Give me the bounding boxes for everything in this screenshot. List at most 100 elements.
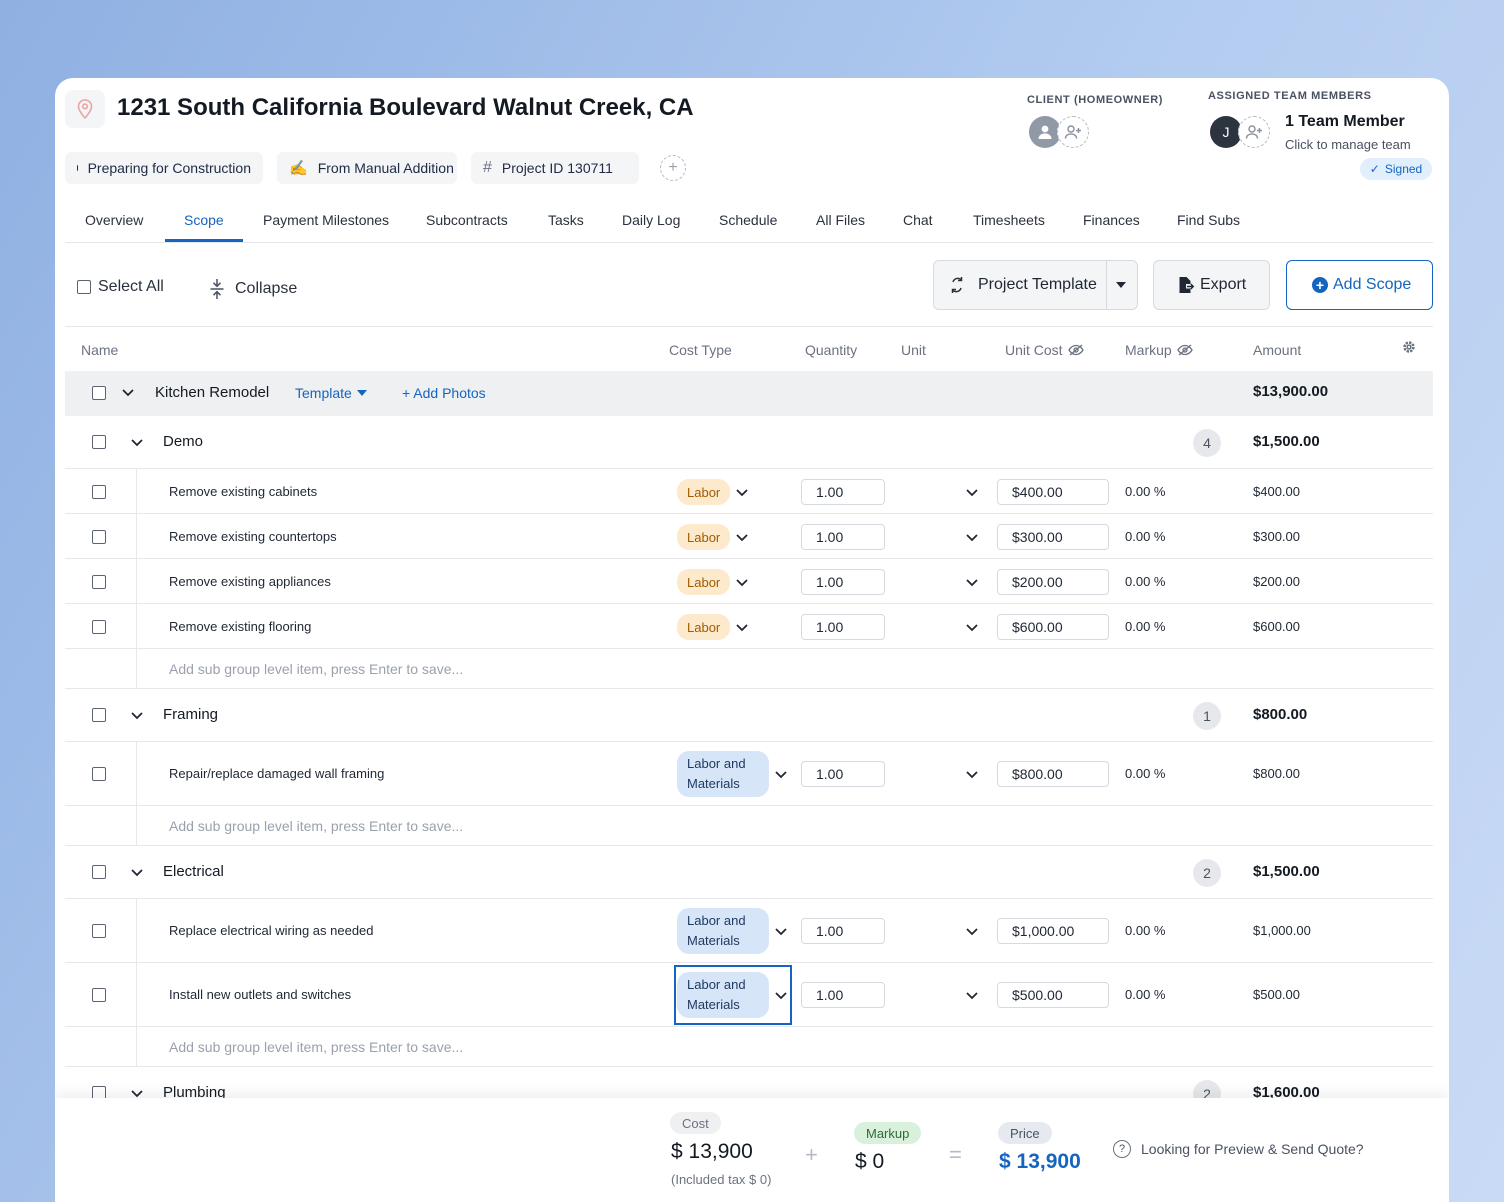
eye-off-icon[interactable]: [1176, 344, 1193, 356]
tab-daily-log[interactable]: Daily Log: [622, 212, 680, 228]
gear-icon[interactable]: [1402, 340, 1416, 359]
chevron-down-icon[interactable]: [966, 489, 978, 497]
item-name[interactable]: Repair/replace damaged wall framing: [169, 766, 384, 781]
quantity-input[interactable]: 1.00: [801, 524, 885, 550]
chevron-down-icon[interactable]: [966, 534, 978, 542]
chevron-down-icon[interactable]: [966, 992, 978, 1000]
item-name[interactable]: Remove existing appliances: [169, 574, 331, 589]
unit-cost-input[interactable]: $1,000.00: [997, 918, 1109, 944]
scope-checkbox[interactable]: [92, 386, 106, 400]
markup-value[interactable]: 0.00 %: [1125, 619, 1165, 634]
quantity-input[interactable]: 1.00: [801, 479, 885, 505]
item-checkbox[interactable]: [92, 988, 106, 1002]
manage-team-link[interactable]: Click to manage team: [1285, 137, 1411, 152]
tab-timesheets[interactable]: Timesheets: [973, 212, 1045, 228]
chevron-down-icon[interactable]: [131, 1090, 143, 1098]
item-name[interactable]: Replace electrical wiring as needed: [169, 923, 374, 938]
eye-off-icon[interactable]: [1067, 344, 1084, 356]
tab-chat[interactable]: Chat: [903, 212, 933, 228]
tab-overview[interactable]: Overview: [85, 212, 143, 228]
item-checkbox[interactable]: [92, 924, 106, 938]
add-tag-button[interactable]: +: [660, 155, 686, 181]
unit-cost-input[interactable]: $500.00: [997, 982, 1109, 1008]
quantity-input[interactable]: 1.00: [801, 982, 885, 1008]
markup-value[interactable]: 0.00 %: [1125, 484, 1165, 499]
group-checkbox[interactable]: [92, 708, 106, 722]
add-team-member-button[interactable]: [1238, 116, 1270, 148]
add-subitem-input[interactable]: Add sub group level item, press Enter to…: [169, 661, 463, 677]
group-checkbox[interactable]: [92, 865, 106, 879]
cost-type-badge[interactable]: Labor: [677, 479, 731, 505]
chevron-down-icon[interactable]: [966, 579, 978, 587]
team-count[interactable]: 1 Team Member: [1285, 113, 1405, 131]
chevron-down-icon[interactable]: [131, 712, 143, 720]
cost-type-badge[interactable]: Labor and Materials: [677, 908, 769, 954]
quantity-input[interactable]: 1.00: [801, 614, 885, 640]
tab-find-subs[interactable]: Find Subs: [1177, 212, 1240, 228]
tab-schedule[interactable]: Schedule: [719, 212, 777, 228]
unit-cost-input[interactable]: $300.00: [997, 524, 1109, 550]
chevron-down-icon[interactable]: [966, 928, 978, 936]
item-checkbox[interactable]: [92, 485, 106, 499]
chevron-down-icon[interactable]: [966, 771, 978, 779]
add-scope-button[interactable]: + Add Scope: [1286, 260, 1433, 310]
tab-subcontracts[interactable]: Subcontracts: [426, 212, 508, 228]
unit-cost-input[interactable]: $800.00: [997, 761, 1109, 787]
item-name[interactable]: Install new outlets and switches: [169, 987, 351, 1002]
unit-cost-input[interactable]: $200.00: [997, 569, 1109, 595]
scope-name[interactable]: Kitchen Remodel: [155, 384, 269, 401]
item-checkbox[interactable]: [92, 575, 106, 589]
chevron-down-icon[interactable]: [736, 624, 748, 632]
tab-all-files[interactable]: All Files: [816, 212, 865, 228]
item-checkbox[interactable]: [92, 530, 106, 544]
preview-quote-help[interactable]: ? Looking for Preview & Send Quote?: [1113, 1140, 1364, 1158]
select-all-control[interactable]: Select All: [77, 278, 164, 296]
project-template-button[interactable]: Project Template: [933, 260, 1138, 310]
cost-type-badge[interactable]: Labor and Materials: [677, 751, 769, 797]
group-name[interactable]: Framing: [163, 706, 218, 723]
item-checkbox[interactable]: [92, 767, 106, 781]
group-checkbox[interactable]: [92, 435, 106, 449]
group-name[interactable]: Demo: [163, 433, 203, 450]
status-chip[interactable]: Preparing for Construction: [65, 152, 263, 184]
template-dropdown[interactable]: Template: [295, 385, 367, 401]
chevron-down-icon[interactable]: [966, 624, 978, 632]
item-name[interactable]: Remove existing flooring: [169, 619, 311, 634]
add-subitem-input[interactable]: Add sub group level item, press Enter to…: [169, 818, 463, 834]
unit-cost-input[interactable]: $600.00: [997, 614, 1109, 640]
item-name[interactable]: Remove existing cabinets: [169, 484, 317, 499]
markup-value[interactable]: 0.00 %: [1125, 987, 1165, 1002]
tab-tasks[interactable]: Tasks: [548, 212, 584, 228]
item-checkbox[interactable]: [92, 620, 106, 634]
markup-value[interactable]: 0.00 %: [1125, 574, 1165, 589]
chevron-down-icon[interactable]: [775, 771, 787, 779]
add-photos-link[interactable]: + Add Photos: [402, 385, 486, 401]
markup-value[interactable]: 0.00 %: [1125, 766, 1165, 781]
cost-type-badge[interactable]: Labor: [677, 524, 731, 550]
add-subitem-input[interactable]: Add sub group level item, press Enter to…: [169, 1039, 463, 1055]
cost-type-badge[interactable]: Labor: [677, 569, 731, 595]
unit-cost-input[interactable]: $400.00: [997, 479, 1109, 505]
tab-payment-milestones[interactable]: Payment Milestones: [263, 212, 389, 228]
tab-finances[interactable]: Finances: [1083, 212, 1140, 228]
chevron-down-icon[interactable]: [736, 534, 748, 542]
collapse-button[interactable]: Collapse: [209, 278, 297, 300]
chevron-down-icon[interactable]: [775, 928, 787, 936]
caret-down-icon[interactable]: [1116, 282, 1126, 288]
item-name[interactable]: Remove existing countertops: [169, 529, 337, 544]
chevron-down-icon[interactable]: [736, 579, 748, 587]
chevron-down-icon[interactable]: [131, 439, 143, 447]
tab-scope[interactable]: Scope: [184, 212, 224, 228]
quantity-input[interactable]: 1.00: [801, 761, 885, 787]
cost-type-badge[interactable]: Labor: [677, 614, 731, 640]
select-all-checkbox[interactable]: [77, 280, 91, 294]
chevron-down-icon[interactable]: [131, 869, 143, 877]
project-id-chip[interactable]: # Project ID 130711: [471, 152, 639, 184]
markup-value[interactable]: 0.00 %: [1125, 529, 1165, 544]
cost-type-badge[interactable]: Labor and Materials: [677, 972, 769, 1018]
group-name[interactable]: Electrical: [163, 863, 224, 880]
add-client-button[interactable]: [1057, 116, 1089, 148]
quantity-input[interactable]: 1.00: [801, 569, 885, 595]
markup-value[interactable]: 0.00 %: [1125, 923, 1165, 938]
source-chip[interactable]: ✍ From Manual Addition: [277, 152, 457, 184]
